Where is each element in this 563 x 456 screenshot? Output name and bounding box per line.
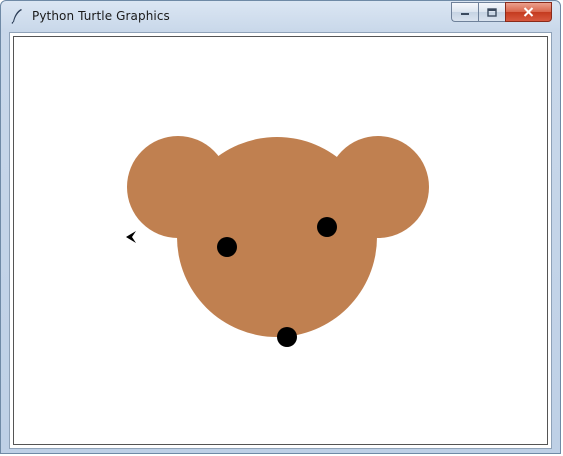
close-button[interactable] [505, 2, 552, 22]
turtle-canvas[interactable] [13, 36, 548, 445]
caption-buttons [451, 2, 552, 22]
minimize-button[interactable] [451, 2, 478, 22]
turtle-cursor [126, 231, 136, 243]
title-bar[interactable]: Python Turtle Graphics [1, 1, 560, 32]
bear-drawing [126, 136, 429, 347]
canvas-frame [9, 32, 552, 449]
minimize-icon [461, 13, 469, 15]
app-window: Python Turtle Graphics [0, 0, 561, 454]
right-eye-dot [317, 217, 337, 237]
close-icon [523, 7, 534, 17]
window-title: Python Turtle Graphics [32, 9, 170, 23]
nose-dot [277, 327, 297, 347]
bear-head [177, 137, 377, 337]
maximize-button[interactable] [478, 2, 505, 22]
feather-icon [11, 9, 22, 24]
maximize-icon [487, 7, 497, 17]
left-eye-dot [217, 237, 237, 257]
